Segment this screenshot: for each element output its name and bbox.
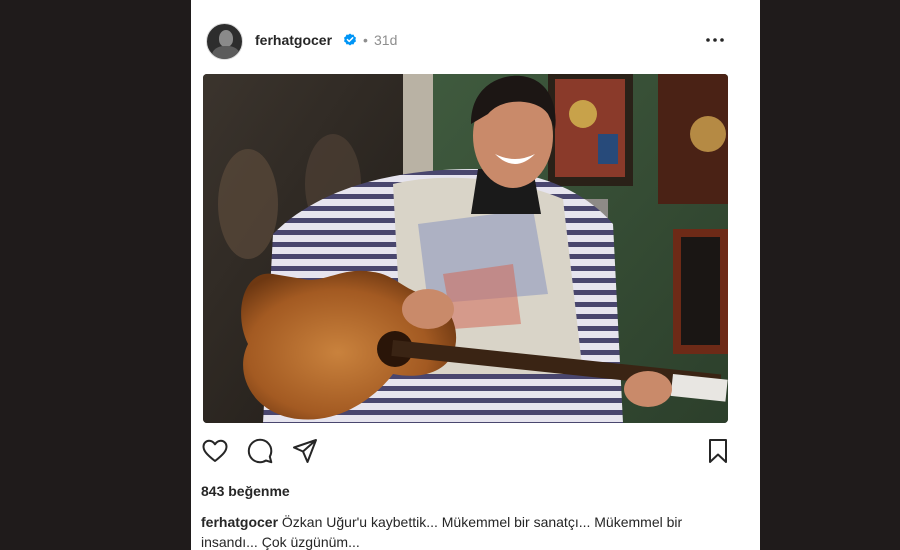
- share-icon[interactable]: [291, 437, 319, 465]
- page-background-left: [0, 0, 191, 550]
- post-username[interactable]: ferhatgocer: [255, 32, 332, 48]
- more-options-icon[interactable]: [703, 30, 727, 50]
- avatar[interactable]: [206, 23, 243, 60]
- caption-username[interactable]: ferhatgocer: [201, 514, 278, 530]
- verified-badge-icon: [344, 33, 356, 46]
- post-card: ferhatgocer • 31d 843 beğenme ferhatgoce…: [191, 0, 760, 550]
- avatar-head-shape: [219, 30, 233, 47]
- post-photo[interactable]: [203, 74, 728, 423]
- page-background-right: [760, 0, 900, 550]
- likes-count[interactable]: 843 beğenme: [201, 483, 290, 499]
- post-caption: ferhatgocer Özkan Uğur'u kaybettik... Mü…: [201, 512, 731, 550]
- post-photo-illustration: [203, 74, 728, 423]
- comment-icon[interactable]: [246, 437, 274, 465]
- post-time[interactable]: 31d: [374, 32, 397, 48]
- time-separator: •: [363, 32, 368, 48]
- bookmark-icon[interactable]: [704, 437, 732, 465]
- post-header: ferhatgocer • 31d: [191, 18, 760, 62]
- post-actions: [191, 437, 760, 467]
- avatar-body-shape: [212, 46, 240, 59]
- heart-icon[interactable]: [201, 437, 229, 465]
